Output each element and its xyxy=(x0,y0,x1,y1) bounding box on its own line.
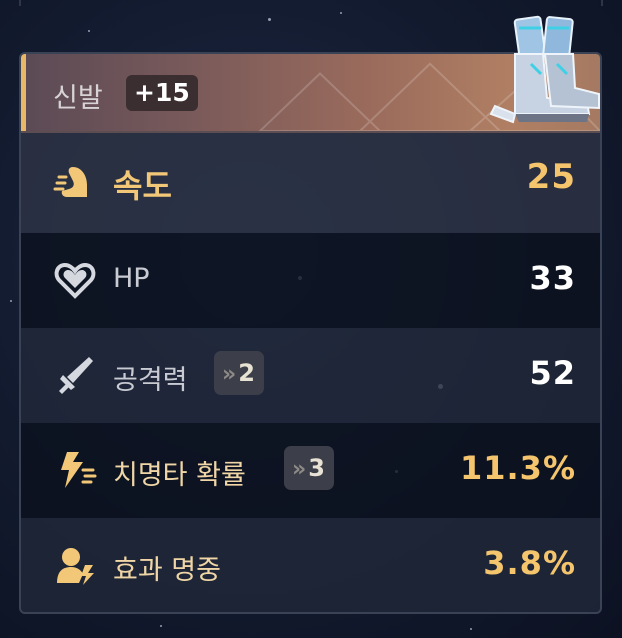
sub-stat-label: HP xyxy=(113,263,150,294)
main-stat-row: 속도 25 xyxy=(21,133,600,233)
sword-icon xyxy=(59,357,93,394)
sub-stat-value: 11.3% xyxy=(459,449,576,487)
double-chevron-icon: » xyxy=(222,362,237,387)
sub-stat-row: 공격력 »2 52 xyxy=(21,328,600,423)
roll-count-badge: »2 xyxy=(214,351,264,395)
sub-stat-row: 효과 명중 3.8% xyxy=(21,518,600,612)
sub-stat-value: 52 xyxy=(529,354,576,392)
sub-stat-row: 치명타 확률 »3 11.3% xyxy=(21,423,600,518)
roll-count-badge: »3 xyxy=(284,446,334,490)
double-chevron-icon: » xyxy=(292,457,307,482)
sub-stat-label: 공격력 xyxy=(113,365,188,396)
header-accent-bar xyxy=(21,54,26,131)
main-stat-value: 25 xyxy=(526,157,576,197)
sub-stat-label: 효과 명중 xyxy=(113,555,221,586)
sub-stat-label: 치명타 확률 xyxy=(113,460,246,491)
speed-icon xyxy=(53,167,87,197)
enhance-level-badge: +15 xyxy=(126,75,198,111)
sub-stat-value: 3.8% xyxy=(483,544,576,582)
main-stat-label: 속도 xyxy=(113,167,172,205)
critical-icon xyxy=(61,452,97,488)
effectiveness-icon xyxy=(57,548,94,585)
heart-icon xyxy=(54,262,96,299)
item-slot-name: 신발 xyxy=(53,83,103,114)
sub-stat-value: 33 xyxy=(529,259,576,297)
upper-panel-edge xyxy=(19,0,603,6)
roll-count: 2 xyxy=(238,359,255,387)
roll-count: 3 xyxy=(308,454,325,482)
equipment-stat-panel: 신발 +15 속도 25 HP 33 공격력 »2 52 치명타 확률 »3 1… xyxy=(19,52,602,614)
sub-stat-row: HP 33 xyxy=(21,233,600,328)
boots-icon xyxy=(489,15,600,124)
